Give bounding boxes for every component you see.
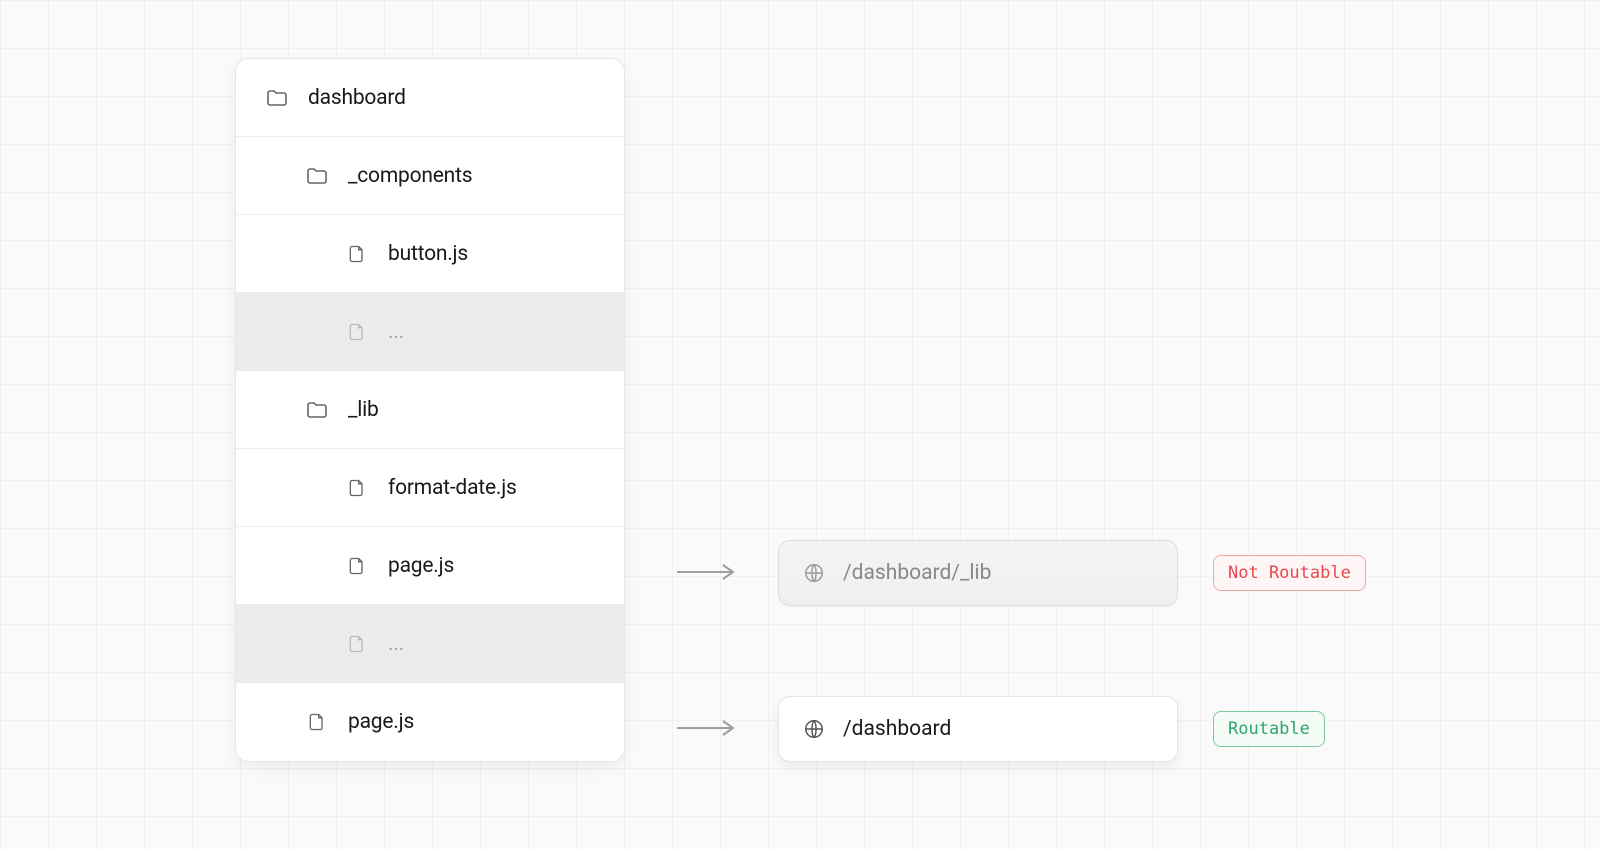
file-icon — [304, 709, 330, 735]
globe-icon — [803, 718, 825, 740]
file-icon — [344, 319, 370, 345]
file-icon — [344, 475, 370, 501]
file-tree: dashboard _components button.js ... — [235, 58, 625, 762]
arrow-icon — [675, 560, 739, 588]
tree-label: _components — [348, 164, 472, 188]
arrow-icon — [675, 716, 739, 744]
tree-label: format-date.js — [388, 476, 517, 500]
tree-row: button.js — [236, 215, 624, 293]
tree-label: button.js — [388, 242, 468, 266]
folder-icon — [264, 85, 290, 111]
route-path: /dashboard/_lib — [843, 561, 991, 585]
file-icon — [344, 631, 370, 657]
file-icon — [344, 553, 370, 579]
tree-row-ellipsis: ... — [236, 293, 624, 371]
tree-row: page.js — [236, 683, 624, 761]
folder-icon — [304, 397, 330, 423]
tree-row-ellipsis: ... — [236, 605, 624, 683]
tree-label: ... — [388, 632, 404, 656]
tree-row: format-date.js — [236, 449, 624, 527]
tree-row-root: dashboard — [236, 59, 624, 137]
tree-label: _lib — [348, 398, 379, 422]
globe-icon — [803, 562, 825, 584]
route-path: /dashboard — [843, 717, 951, 741]
tree-label: ... — [388, 320, 404, 344]
badge-routable: Routable — [1213, 711, 1325, 747]
route-routable: /dashboard — [778, 696, 1178, 762]
tree-row: _lib — [236, 371, 624, 449]
file-icon — [344, 241, 370, 267]
route-not-routable: /dashboard/_lib — [778, 540, 1178, 606]
folder-icon — [304, 163, 330, 189]
tree-row: page.js — [236, 527, 624, 605]
tree-row: _components — [236, 137, 624, 215]
tree-label: page.js — [388, 554, 454, 578]
tree-label: dashboard — [308, 86, 406, 110]
badge-not-routable: Not Routable — [1213, 555, 1366, 591]
tree-label: page.js — [348, 710, 414, 734]
